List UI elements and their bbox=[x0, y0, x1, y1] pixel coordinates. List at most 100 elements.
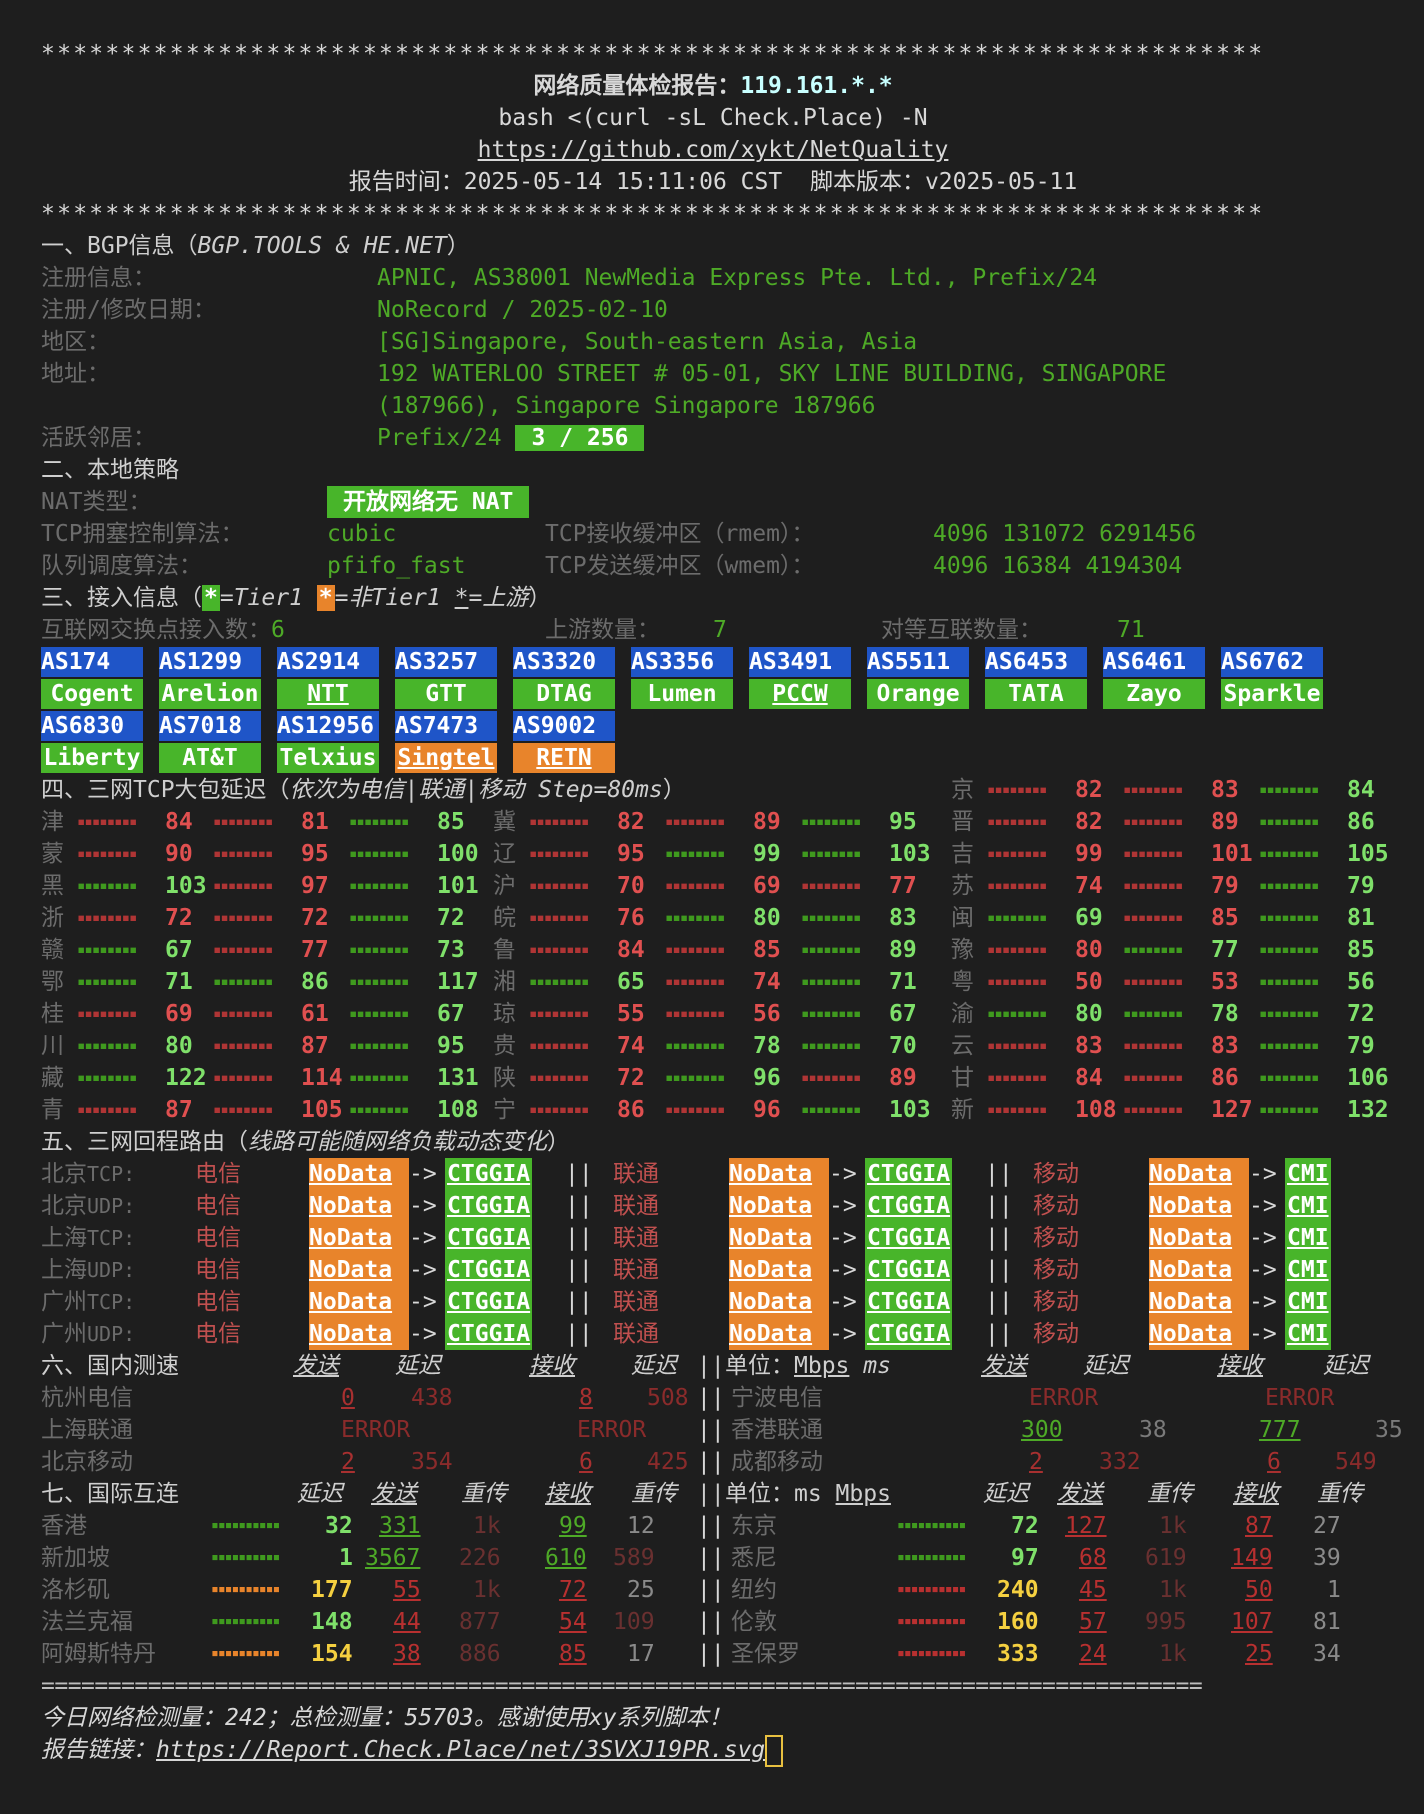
latency-value: 72 bbox=[437, 905, 465, 931]
province-label: 赣 bbox=[41, 937, 64, 963]
latency-value: 69 bbox=[753, 873, 781, 899]
route-row: 上海TCP: 电信 联通 移动 NoData -> CTGGIA NoData -> CTGGIA… bbox=[41, 1222, 1424, 1254]
latency-dots: ▪▪▪▪▪▪▪▪ bbox=[801, 814, 861, 830]
route-nodata: NoData bbox=[309, 1222, 409, 1254]
recv-value[interactable]: 87 bbox=[1245, 1510, 1273, 1542]
send-value[interactable]: 2 bbox=[341, 1446, 355, 1478]
recv-value[interactable]: 777 bbox=[1259, 1414, 1301, 1446]
section-access: 三、接入信息（*=Tier1 *=非Tier1 *=上游） bbox=[41, 582, 1424, 614]
recv-value[interactable]: 50 bbox=[1245, 1574, 1273, 1606]
recv-latency: 35 bbox=[1375, 1417, 1403, 1443]
latency-value: 90 bbox=[165, 841, 193, 867]
recv-value[interactable]: 85 bbox=[559, 1638, 587, 1670]
recv-value[interactable]: 8 bbox=[579, 1382, 593, 1414]
send-value[interactable]: 55 bbox=[393, 1574, 421, 1606]
col-recv: 接收 bbox=[545, 1481, 591, 1507]
repo-link[interactable]: https://github.com/xykt/NetQuality bbox=[41, 134, 1385, 166]
intl-table: 香港 ▪▪▪▪▪▪▪▪▪▪ 32 331 1k 99 12 东京 ▪▪▪▪▪▪▪▪▪▪ 72 127… bbox=[41, 1510, 1424, 1670]
recv-retrans: 81 bbox=[1313, 1609, 1341, 1635]
route-dest: CMI bbox=[1285, 1190, 1331, 1222]
latency-value: 84 bbox=[1075, 1065, 1103, 1091]
route-nodata: NoData bbox=[729, 1190, 829, 1222]
send-value[interactable]: 3567 bbox=[365, 1542, 420, 1574]
latency-value: 65 bbox=[617, 969, 645, 995]
route-sep: || bbox=[565, 1225, 593, 1251]
latency-dots: ▪▪▪▪▪▪▪▪ bbox=[349, 1070, 409, 1086]
latency-row: 浙 ▪▪▪▪▪▪▪▪ 72 ▪▪▪▪▪▪▪▪ 72 ▪▪▪▪▪▪▪▪ 72 皖 ▪▪▪▪▪▪▪▪… bbox=[41, 902, 1424, 934]
recv-value[interactable]: 99 bbox=[559, 1510, 587, 1542]
send-value[interactable]: 24 bbox=[1079, 1638, 1107, 1670]
policy-tcp: TCP拥塞控制算法： cubic TCP接收缓冲区（rmem）： 4096 13107… bbox=[41, 518, 1424, 550]
intl-row: 新加坡 ▪▪▪▪▪▪▪▪▪▪ 1 3567 226 610 589 悉尼 ▪▪▪▪▪▪▪▪▪▪ 9… bbox=[41, 1542, 1424, 1574]
recv-value[interactable]: 6 bbox=[1267, 1446, 1281, 1478]
latency-value: 78 bbox=[753, 1033, 781, 1059]
latency-value: 74 bbox=[753, 969, 781, 995]
route-nodata: NoData bbox=[729, 1318, 829, 1350]
recv-value[interactable]: 107 bbox=[1231, 1606, 1273, 1638]
province-label: 粤 bbox=[951, 969, 974, 995]
sep: || bbox=[697, 1353, 725, 1379]
send-latency: 354 bbox=[411, 1449, 453, 1475]
route-sep: || bbox=[985, 1289, 1013, 1315]
latency-dots: ▪▪▪▪▪▪▪▪ bbox=[349, 846, 409, 862]
recv-value[interactable]: 72 bbox=[559, 1574, 587, 1606]
legend-t1-badge: * bbox=[202, 585, 220, 611]
latency-value: 96 bbox=[753, 1097, 781, 1123]
route-sep: || bbox=[985, 1193, 1013, 1219]
bgp-region: 地区： [SG]Singapore, South-eastern Asia, As… bbox=[41, 326, 1424, 358]
as-number-row: AS6830 AS7018 AS12956 AS7473 AS9002 bbox=[41, 710, 1424, 742]
latency-value: 67 bbox=[165, 937, 193, 963]
latency-dots: ▪▪▪▪▪▪▪▪ bbox=[665, 910, 725, 926]
send-value[interactable]: 45 bbox=[1079, 1574, 1107, 1606]
latency-value: 69 bbox=[165, 1001, 193, 1027]
recv-value[interactable]: 149 bbox=[1231, 1542, 1273, 1574]
label: 注册/修改日期： bbox=[41, 297, 216, 323]
label: 活跃邻居： bbox=[41, 425, 156, 451]
send-value[interactable]: 44 bbox=[393, 1606, 421, 1638]
as-name: PCCW bbox=[749, 679, 851, 709]
latency-value: 89 bbox=[889, 937, 917, 963]
latency-row: 京 ▪▪▪▪▪▪▪▪ 82 ▪▪▪▪▪▪▪▪ 83 ▪▪▪▪▪▪▪▪ 84 bbox=[41, 774, 1424, 806]
latency-value: 77 bbox=[889, 873, 917, 899]
send-value[interactable]: 300 bbox=[1021, 1414, 1063, 1446]
send-value[interactable]: 0 bbox=[341, 1382, 355, 1414]
send-value[interactable]: 57 bbox=[1079, 1606, 1107, 1638]
label: 注册信息： bbox=[41, 265, 156, 291]
as-name: DTAG bbox=[513, 679, 615, 709]
route-sep: || bbox=[985, 1225, 1013, 1251]
col-re: 重传 bbox=[461, 1481, 507, 1507]
recv-value[interactable]: 54 bbox=[559, 1606, 587, 1638]
latency-dots: ▪▪▪▪▪▪▪▪ bbox=[1123, 782, 1183, 798]
recv-value[interactable]: 6 bbox=[579, 1446, 593, 1478]
latency-value: 103 bbox=[165, 873, 207, 899]
latency-value: 95 bbox=[617, 841, 645, 867]
route-city: 广州 bbox=[41, 1321, 87, 1347]
value: NoRecord / 2025-02-10 bbox=[377, 297, 668, 323]
recv-value[interactable]: 610 bbox=[545, 1542, 587, 1574]
carrier-mobile: 移动 bbox=[1033, 1193, 1079, 1219]
route-sep: || bbox=[565, 1289, 593, 1315]
recv-value[interactable]: 25 bbox=[1245, 1638, 1273, 1670]
report-link[interactable]: https://Report.Check.Place/net/3SVXJ19PR… bbox=[156, 1737, 765, 1763]
latency-value: 61 bbox=[301, 1001, 329, 1027]
province-label: 新 bbox=[951, 1097, 974, 1123]
send-value[interactable]: 127 bbox=[1065, 1510, 1107, 1542]
latency-dots: ▪▪▪▪▪▪▪▪ bbox=[529, 942, 589, 958]
send-value[interactable]: 38 bbox=[393, 1638, 421, 1670]
send-value[interactable]: 2 bbox=[1029, 1446, 1043, 1478]
province-label: 津 bbox=[41, 809, 64, 835]
latency-value: 78 bbox=[1211, 1001, 1239, 1027]
carrier-unicom: 联通 bbox=[613, 1257, 659, 1283]
legend: =Tier1 bbox=[219, 585, 317, 611]
divider-stars-2: ****************************************… bbox=[41, 201, 1265, 227]
route-proto: UDP: bbox=[87, 1258, 136, 1282]
bgp-neighbor: 活跃邻居： Prefix/24 3 / 256 bbox=[41, 422, 1424, 454]
as-number: AS2914 bbox=[277, 647, 379, 677]
route-nodata: NoData bbox=[1149, 1222, 1249, 1254]
send-value[interactable]: 68 bbox=[1079, 1542, 1107, 1574]
latency-dots: ▪▪▪▪▪▪▪▪ bbox=[77, 814, 137, 830]
latency-dots: ▪▪▪▪▪▪▪▪ bbox=[213, 1102, 273, 1118]
send-value[interactable]: 331 bbox=[379, 1510, 421, 1542]
latency-value: 101 bbox=[1211, 841, 1253, 867]
route-nodata: NoData bbox=[729, 1254, 829, 1286]
